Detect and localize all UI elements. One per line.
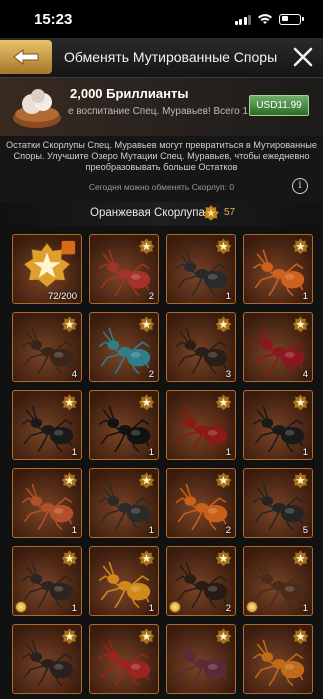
ant-item-tile[interactable]: 1 — [166, 234, 236, 304]
offer-subtitle: е воспитание Спец. Муравьев! Всего 15 — [68, 106, 248, 117]
ant-item-tile[interactable]: 4 — [243, 312, 313, 382]
ant-item-tile[interactable]: 1 — [166, 390, 236, 460]
item-quantity: 1 — [71, 447, 77, 458]
ant-item-tile[interactable]: 1 — [12, 468, 82, 538]
ant-item-tile[interactable] — [166, 624, 236, 694]
ant-item-tile[interactable] — [12, 624, 82, 694]
ant-item-tile[interactable]: 5 — [243, 468, 313, 538]
status-time: 15:23 — [34, 11, 73, 28]
rank-badge-icon — [291, 471, 310, 489]
rank-badge-icon — [60, 315, 79, 333]
rank-badge-icon — [137, 237, 156, 255]
section-count: 57 — [224, 207, 236, 218]
rank-badge-icon — [60, 627, 79, 645]
ant-item-tile[interactable]: 1 — [89, 468, 159, 538]
rank-badge-icon — [137, 315, 156, 333]
rank-badge-icon — [214, 627, 233, 645]
item-quantity: 1 — [71, 525, 77, 536]
offer-banner[interactable]: 2,000 Бриллианты е воспитание Спец. Мура… — [0, 78, 323, 136]
item-quantity: 3 — [225, 369, 231, 380]
info-panel: Остатки Скорлупы Спец. Муравьев могут пр… — [0, 136, 323, 202]
item-quantity: 1 — [71, 603, 77, 614]
section-header: Оранжевая Скорлупа 57 — [0, 202, 323, 226]
status-bar: 15:23 — [0, 0, 323, 38]
info-icon[interactable]: i — [292, 178, 308, 194]
item-grid: 72/200 2 1 1 4 2 3 4 1 1 1 1 1 1 2 5 1 1 2 1 — [0, 226, 323, 699]
rank-badge-icon — [137, 627, 156, 645]
item-quantity: 4 — [302, 369, 308, 380]
ant-item-tile[interactable]: 2 — [166, 468, 236, 538]
rank-badge-icon — [60, 471, 79, 489]
ant-item-tile[interactable]: 1 — [89, 546, 159, 616]
ant-item-tile[interactable]: 1 — [243, 234, 313, 304]
buy-button[interactable]: USD11.99 — [249, 95, 309, 116]
ant-item-tile[interactable]: 2 — [89, 234, 159, 304]
rank-badge-icon — [291, 315, 310, 333]
item-quantity: 2 — [225, 525, 231, 536]
info-description: Остатки Скорлупы Спец. Муравьев могут пр… — [6, 140, 317, 172]
rank-badge-icon — [291, 549, 310, 567]
status-icons — [234, 13, 304, 25]
battery-icon — [279, 13, 304, 25]
item-quantity: 2 — [148, 369, 154, 380]
rank-badge-icon — [214, 393, 233, 411]
page-title: Обменять Мутированные Споры — [64, 49, 278, 65]
item-quantity: 1 — [302, 603, 308, 614]
offer-title: 2,000 Бриллианты — [70, 86, 189, 101]
header: Обменять Мутированные Споры — [0, 38, 323, 78]
ant-item-tile[interactable]: 1 — [12, 546, 82, 616]
rank-badge-icon — [60, 549, 79, 567]
ant-item-tile[interactable]: 2 — [89, 312, 159, 382]
item-quantity: 1 — [302, 291, 308, 302]
back-arrow-icon — [13, 48, 39, 66]
rank-badge-icon — [137, 549, 156, 567]
rank-badge-icon — [214, 237, 233, 255]
ant-item-tile[interactable]: 1 — [243, 390, 313, 460]
ant-item-tile[interactable] — [89, 624, 159, 694]
item-quantity: 72/200 — [47, 291, 77, 302]
coin-icon — [15, 601, 27, 613]
item-quantity: 1 — [225, 447, 231, 458]
ant-item-tile[interactable] — [243, 624, 313, 694]
item-quantity: 1 — [148, 603, 154, 614]
rank-badge-icon — [214, 471, 233, 489]
medal-item-tile[interactable]: 72/200 — [12, 234, 82, 304]
medal-icon — [203, 204, 219, 221]
ant-item-tile[interactable]: 1 — [89, 390, 159, 460]
shell-bowl-icon — [13, 89, 61, 128]
back-button[interactable] — [0, 40, 52, 74]
item-quantity: 4 — [71, 369, 77, 380]
item-quantity: 5 — [302, 525, 308, 536]
rank-badge-icon — [291, 627, 310, 645]
rank-badge-icon — [291, 237, 310, 255]
item-quantity: 1 — [148, 525, 154, 536]
cellular-signal-icon — [234, 14, 251, 25]
ant-item-tile[interactable]: 4 — [12, 312, 82, 382]
ant-item-tile[interactable]: 1 — [12, 390, 82, 460]
item-quantity: 1 — [225, 291, 231, 302]
item-quantity: 1 — [148, 447, 154, 458]
item-quantity: 2 — [225, 603, 231, 614]
rank-badge-icon — [214, 315, 233, 333]
item-quantity: 2 — [148, 291, 154, 302]
wifi-icon — [258, 14, 272, 24]
rank-badge-icon — [60, 393, 79, 411]
item-quantity: 1 — [302, 447, 308, 458]
rank-badge-icon — [137, 393, 156, 411]
close-icon[interactable] — [291, 45, 315, 69]
ant-item-tile[interactable]: 3 — [166, 312, 236, 382]
rank-badge-icon — [291, 393, 310, 411]
rank-badge-icon — [137, 471, 156, 489]
ant-item-tile[interactable]: 2 — [166, 546, 236, 616]
daily-exchange-count: Сегодня можно обменять Скорлуп: 0 — [88, 182, 235, 192]
coin-icon — [246, 601, 258, 613]
ant-item-tile[interactable]: 1 — [243, 546, 313, 616]
coin-icon — [169, 601, 181, 613]
rank-badge-icon — [214, 549, 233, 567]
section-label: Оранжевая Скорлупа — [90, 207, 205, 219]
